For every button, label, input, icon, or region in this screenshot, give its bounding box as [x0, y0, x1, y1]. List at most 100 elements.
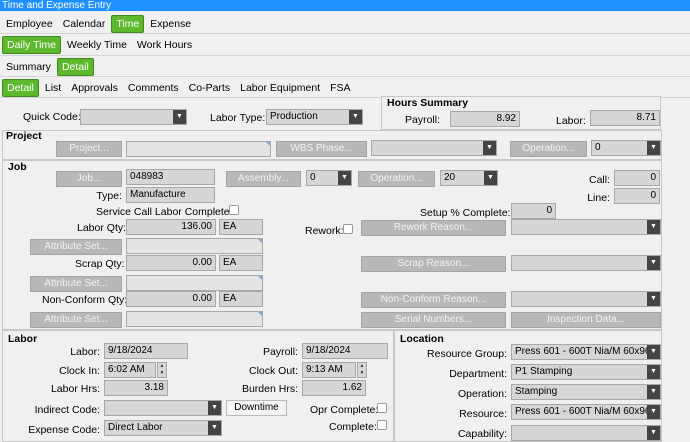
- scrap-attribute-set-field[interactable]: [126, 275, 263, 291]
- clock-in-spinner[interactable]: ▲ ▼: [157, 362, 167, 378]
- project-operation-select[interactable]: 0 ▼: [591, 140, 661, 156]
- tab-approvals[interactable]: Approvals: [67, 79, 122, 97]
- tab-time[interactable]: Time: [111, 14, 145, 33]
- job-type-label: Type:: [96, 190, 122, 202]
- chevron-down-icon: ▼: [483, 141, 496, 155]
- main-tab-bar: Employee Calendar Time Expense: [0, 14, 690, 34]
- inspection-data-button[interactable]: Inspection Data...: [511, 312, 661, 328]
- tab-summary[interactable]: Summary: [2, 58, 55, 76]
- wbs-phase-button[interactable]: WBS Phase...: [276, 141, 367, 157]
- quick-code-select[interactable]: ▼: [80, 109, 187, 125]
- indirect-code-label: Indirect Code:: [34, 404, 100, 416]
- expense-code-select[interactable]: Direct Labor ▼: [104, 420, 222, 436]
- job-section-title: Job: [8, 161, 27, 173]
- scrap-qty-uom: EA: [219, 255, 263, 271]
- job-button[interactable]: Job...: [56, 171, 122, 187]
- service-call-label: Service Call Labor Complete: [96, 206, 230, 218]
- tab-fsa[interactable]: FSA: [326, 79, 354, 97]
- chevron-down-icon: ▼: [647, 220, 660, 234]
- tab-labor-equipment[interactable]: Labor Equipment: [236, 79, 324, 97]
- chevron-down-icon: ▼: [647, 256, 660, 270]
- location-operation-select[interactable]: Stamping ▼: [511, 384, 661, 400]
- capability-select[interactable]: ▼: [511, 425, 661, 441]
- tab-expense[interactable]: Expense: [146, 15, 195, 33]
- labor-date-field[interactable]: 9/18/2024: [104, 343, 188, 359]
- indirect-code-select[interactable]: ▼: [104, 400, 222, 416]
- tab-daily-time[interactable]: Daily Time: [2, 36, 62, 54]
- service-call-checkbox[interactable]: [229, 205, 239, 215]
- location-section-title: Location: [400, 333, 444, 345]
- nonconform-reason-button[interactable]: Non-Conform Reason...: [361, 292, 506, 308]
- hours-payroll-value: 8.92: [450, 111, 520, 127]
- labor-attribute-set-button[interactable]: Attribute Set...: [30, 239, 122, 255]
- tab-comments[interactable]: Comments: [124, 79, 183, 97]
- labor-type-label: Labor Type:: [210, 112, 266, 124]
- tab-employee[interactable]: Employee: [2, 15, 57, 33]
- clock-in-field[interactable]: 6:02 AM: [104, 362, 156, 378]
- tab-weekly-time[interactable]: Weekly Time: [63, 36, 131, 54]
- rework-checkbox[interactable]: [343, 224, 353, 234]
- project-field[interactable]: [126, 141, 271, 157]
- rework-reason-button[interactable]: Rework Reason...: [361, 220, 506, 236]
- resource-group-select[interactable]: Press 601 - 600T Nia/M 60x96 ▼: [511, 344, 661, 360]
- setup-complete-label: Setup % Complete:: [420, 207, 511, 219]
- nonconform-attribute-set-field[interactable]: [126, 311, 263, 327]
- labor-attribute-set-field[interactable]: [126, 238, 263, 254]
- nonconform-qty-field[interactable]: 0.00: [126, 291, 216, 307]
- nonconform-reason-select[interactable]: ▼: [511, 291, 661, 307]
- tab-work-hours[interactable]: Work Hours: [133, 36, 196, 54]
- assembly-button[interactable]: Assembly...: [226, 171, 301, 187]
- tab-detail[interactable]: Detail: [56, 57, 94, 76]
- serial-numbers-button[interactable]: Serial Numbers...: [361, 312, 506, 328]
- clock-in-label: Clock In:: [59, 365, 100, 377]
- complete-label: Complete:: [329, 421, 377, 433]
- chevron-down-icon: ▼: [349, 110, 362, 124]
- rework-reason-select[interactable]: ▼: [511, 219, 661, 235]
- burden-hrs-field[interactable]: 1.62: [302, 380, 366, 396]
- payroll-date-field[interactable]: 9/18/2024: [302, 343, 388, 359]
- capability-label: Capability:: [457, 428, 507, 440]
- project-button[interactable]: Project...: [56, 141, 122, 157]
- clock-out-spinner[interactable]: ▲ ▼: [357, 362, 367, 378]
- tab-detail-sub[interactable]: Detail: [2, 78, 39, 97]
- clock-out-field[interactable]: 9:13 AM: [302, 362, 356, 378]
- complete-checkbox[interactable]: [377, 420, 387, 430]
- resource-label: Resource:: [459, 408, 507, 420]
- call-label: Call:: [588, 174, 610, 186]
- location-operation-label: Operation:: [457, 388, 507, 400]
- tab-list[interactable]: List: [41, 79, 65, 97]
- job-number-field[interactable]: 048983: [126, 169, 215, 185]
- detail-tab-bar: Detail List Approvals Comments Co-Parts …: [0, 78, 690, 98]
- chevron-down-icon: ▼: [338, 171, 351, 185]
- wbs-phase-select[interactable]: ▼: [371, 140, 497, 156]
- assembly-select[interactable]: 0 ▼: [306, 170, 352, 186]
- window-title: Time and Expense Entry: [0, 0, 690, 11]
- scrap-attribute-set-button[interactable]: Attribute Set...: [30, 276, 122, 292]
- resource-group-label: Resource Group:: [427, 348, 507, 360]
- scrap-reason-button[interactable]: Scrap Reason...: [361, 256, 506, 272]
- chevron-down-icon: ▼: [647, 426, 660, 440]
- scrap-qty-label: Scrap Qty:: [75, 258, 125, 270]
- call-value: 0: [614, 170, 660, 186]
- opr-complete-checkbox[interactable]: [377, 403, 387, 413]
- job-operation-button[interactable]: Operation...: [358, 171, 435, 187]
- view-tab-bar: Summary Detail: [0, 57, 690, 77]
- labor-type-select[interactable]: Production ▼: [266, 109, 363, 125]
- project-operation-button[interactable]: Operation...: [510, 141, 587, 157]
- job-operation-select[interactable]: 20 ▼: [440, 170, 498, 186]
- labor-qty-field[interactable]: 136.00: [126, 219, 216, 235]
- chevron-down-icon: ▼: [647, 141, 660, 155]
- resource-select[interactable]: Press 601 - 600T Nia/M 60x96 ▼: [511, 404, 661, 420]
- downtime-button[interactable]: Downtime: [226, 400, 287, 416]
- hours-labor-value: 8.71: [590, 110, 660, 126]
- department-select[interactable]: P1 Stamping ▼: [511, 364, 661, 380]
- labor-date-label: Labor:: [70, 346, 100, 358]
- scrap-qty-field[interactable]: 0.00: [126, 255, 216, 271]
- scrap-reason-select[interactable]: ▼: [511, 255, 661, 271]
- labor-hrs-field[interactable]: 3.18: [104, 380, 168, 396]
- hours-summary-title: Hours Summary: [387, 97, 469, 109]
- tab-calendar[interactable]: Calendar: [59, 15, 110, 33]
- tab-co-parts[interactable]: Co-Parts: [185, 79, 234, 97]
- nonconform-attribute-set-button[interactable]: Attribute Set...: [30, 312, 122, 328]
- setup-complete-value[interactable]: 0: [511, 203, 556, 219]
